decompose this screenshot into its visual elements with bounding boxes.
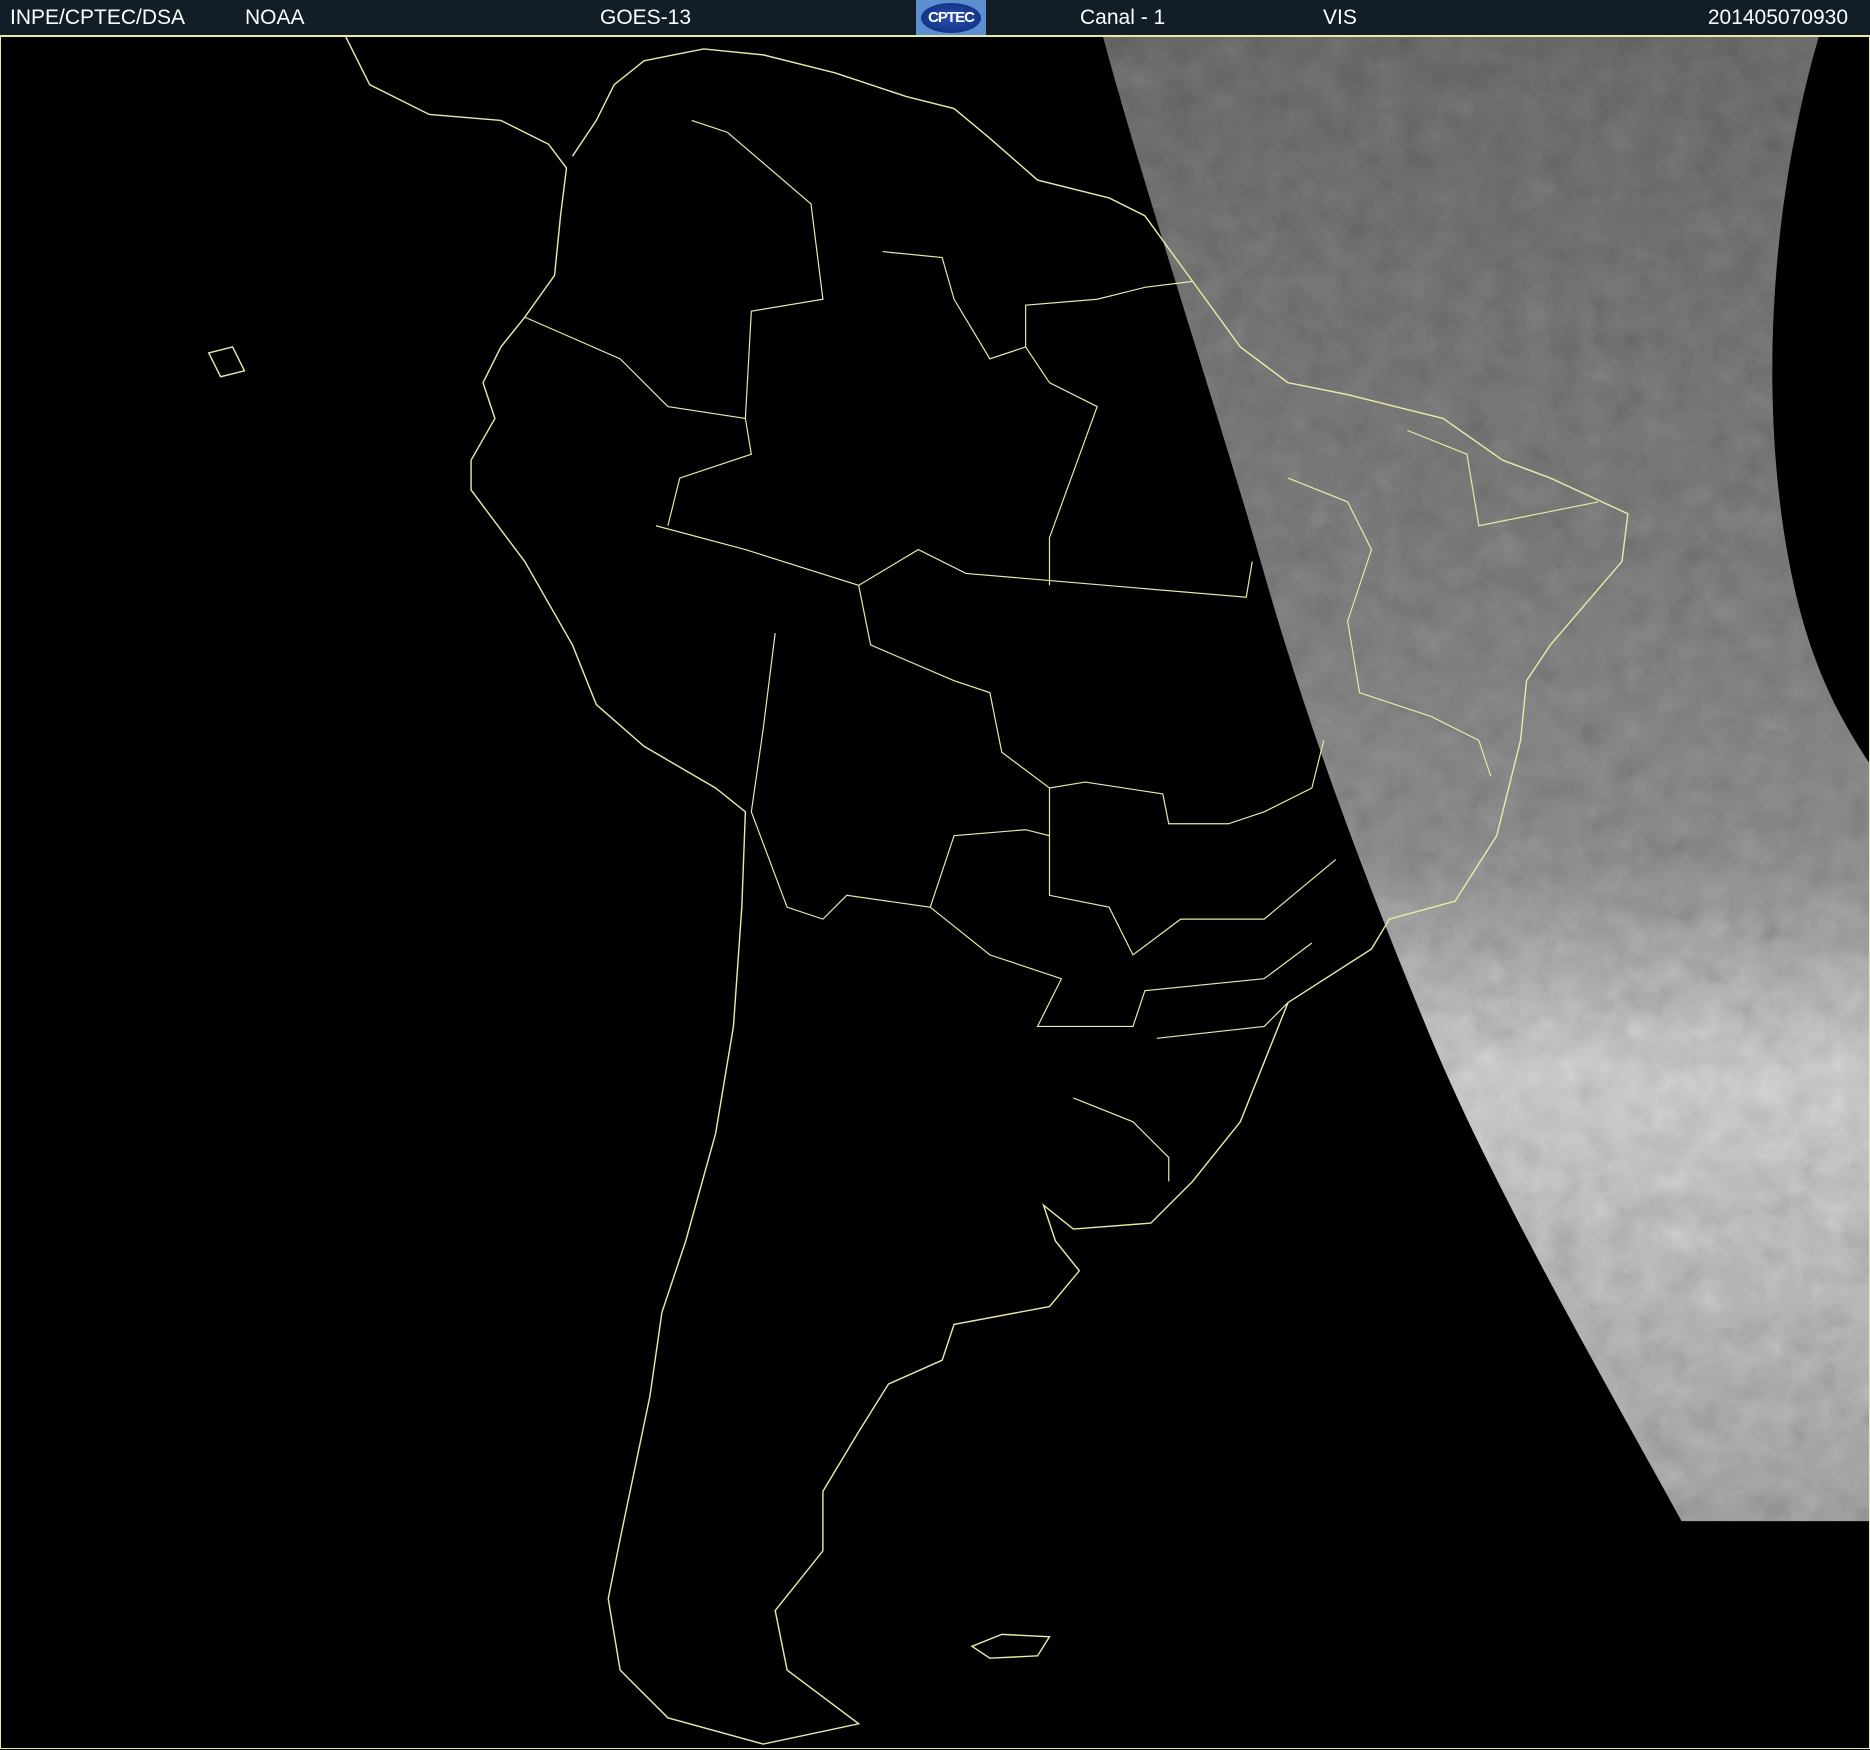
header-bar: INPE/CPTEC/DSA NOAA GOES-13 CPTEC Canal … xyxy=(0,0,1870,37)
satellite-visible-swath xyxy=(1103,37,1870,1522)
channel-label: Canal - 1 xyxy=(1080,6,1166,29)
galapagos-islands xyxy=(207,346,246,378)
satellite-map xyxy=(207,37,1870,1745)
cptec-logo: CPTEC xyxy=(916,0,986,35)
satellite-label: GOES-13 xyxy=(600,6,692,29)
band-label: VIS xyxy=(1323,6,1357,29)
cptec-logo-text: CPTEC xyxy=(921,2,981,33)
timestamp-label: 201405070930 xyxy=(1707,6,1848,29)
falkland-islands xyxy=(970,1633,1051,1659)
institution-label: INPE/CPTEC/DSA xyxy=(10,6,186,29)
agency-label: NOAA xyxy=(245,6,305,29)
